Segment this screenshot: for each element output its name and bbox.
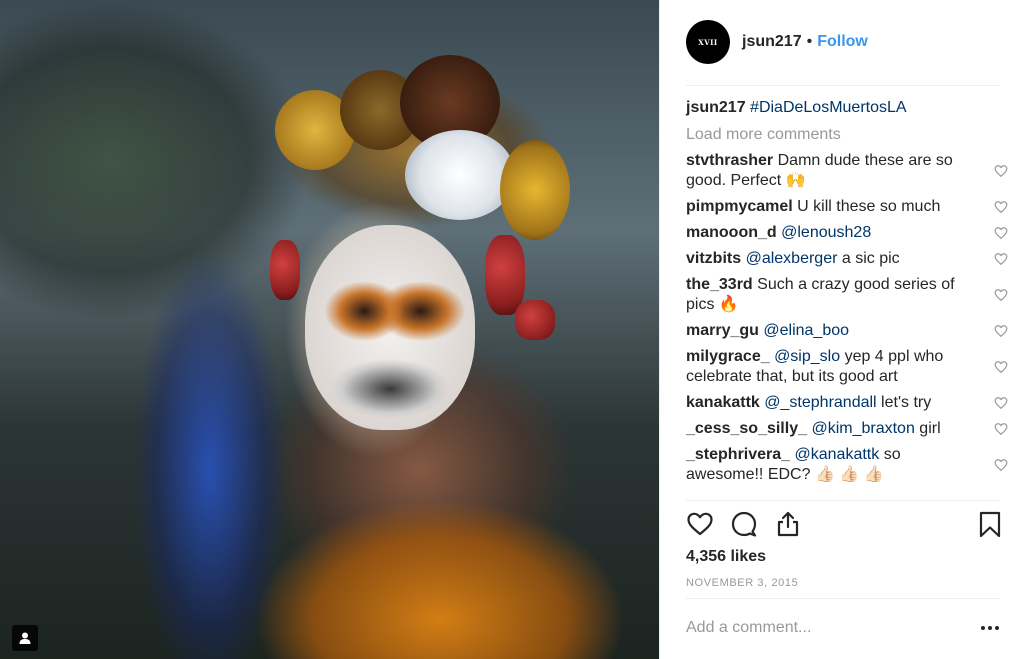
comment-like-icon[interactable] <box>994 252 1008 266</box>
comments-list: jsun217 #DiaDeLosMuertosLA Load more com… <box>686 98 1008 491</box>
comment: _stephrivera_ @kanakattk so awesome!! ED… <box>686 445 1008 485</box>
likes-count[interactable]: 4,356 likes <box>686 548 766 566</box>
share-icon[interactable] <box>774 510 802 538</box>
post-caption: jsun217 #DiaDeLosMuertosLA <box>686 98 1008 125</box>
photo-flower <box>500 140 570 240</box>
comment-username[interactable]: the_33rd <box>686 276 753 293</box>
comment-mention[interactable]: @alexberger <box>746 250 838 267</box>
comment: vitzbits @alexberger a sic pic <box>686 249 1008 269</box>
comment-username[interactable]: pimpmycamel <box>686 198 793 215</box>
divider <box>686 85 1000 86</box>
comment: milygrace_ @sip_slo yep 4 ppl who celebr… <box>686 347 1008 387</box>
comment-mention[interactable]: @sip_slo <box>774 348 840 365</box>
comment-username[interactable]: _stephrivera_ <box>686 446 790 463</box>
post-side-panel: XVII jsun217 • Follow jsun217 #DiaDeLosM… <box>659 0 1024 659</box>
comment-like-icon[interactable] <box>994 288 1008 302</box>
comment: stvthrasher Damn dude these are so good.… <box>686 151 1008 191</box>
comment-text: a sic pic <box>841 250 900 267</box>
photo-painted-face <box>305 225 475 430</box>
photo-berries <box>485 235 525 315</box>
comment-text: girl <box>919 420 941 437</box>
heart-icon[interactable] <box>686 510 714 538</box>
photo-berries <box>515 300 555 340</box>
comment-text: U kill these so much <box>797 198 941 215</box>
add-comment-input[interactable] <box>686 617 946 639</box>
caption-username[interactable]: jsun217 <box>686 99 746 116</box>
comment-mention[interactable]: @elina_boo <box>763 322 849 339</box>
comment-like-icon[interactable] <box>994 458 1008 472</box>
divider <box>686 500 1000 501</box>
author-username[interactable]: jsun217 <box>742 33 802 51</box>
bookmark-icon[interactable] <box>976 510 1004 538</box>
comment: _cess_so_silly_ @kim_braxton girl <box>686 419 1008 439</box>
avatar-text: XVII <box>698 37 718 47</box>
comment-username[interactable]: _cess_so_silly_ <box>686 420 807 437</box>
comment-like-icon[interactable] <box>994 360 1008 374</box>
comment-like-icon[interactable] <box>994 324 1008 338</box>
comment-username[interactable]: marry_gu <box>686 322 759 339</box>
comment-username[interactable]: manooon_d <box>686 224 777 241</box>
avatar[interactable]: XVII <box>686 20 730 64</box>
post-photo[interactable] <box>0 0 659 659</box>
comment-username[interactable]: kanakattk <box>686 394 760 411</box>
user-tag-icon[interactable] <box>12 625 38 651</box>
speech-bubble-icon[interactable] <box>730 510 758 538</box>
post-header: XVII jsun217 • Follow <box>660 0 1024 85</box>
comment-text: let's try <box>881 394 932 411</box>
comment-mention[interactable]: @_stephrandall <box>764 394 876 411</box>
comment: marry_gu @elina_boo <box>686 321 1008 341</box>
divider <box>686 598 1000 599</box>
comment: pimpmycamel U kill these so much <box>686 197 1008 217</box>
comment: kanakattk @_stephrandall let's try <box>686 393 1008 413</box>
more-options-icon[interactable] <box>980 620 1000 636</box>
follow-button[interactable]: Follow <box>817 33 868 51</box>
header-line: jsun217 • Follow <box>742 33 868 51</box>
caption-hashtag[interactable]: #DiaDeLosMuertosLA <box>750 99 907 116</box>
comment-username[interactable]: milygrace_ <box>686 348 770 365</box>
header-separator: • <box>806 33 813 50</box>
comment-like-icon[interactable] <box>994 226 1008 240</box>
comment-mention[interactable]: @lenoush28 <box>781 224 871 241</box>
photo-flower <box>405 130 515 220</box>
comment: the_33rd Such a crazy good series of pic… <box>686 275 1008 315</box>
load-more-comments-button[interactable]: Load more comments <box>686 125 1008 145</box>
comment-like-icon[interactable] <box>994 200 1008 214</box>
post-date: NOVEMBER 3, 2015 <box>686 577 799 589</box>
comment-username[interactable]: vitzbits <box>686 250 741 267</box>
comment-mention[interactable]: @kanakattk <box>795 446 880 463</box>
photo-berries <box>270 240 300 300</box>
comment-mention[interactable]: @kim_braxton <box>811 420 914 437</box>
comment-like-icon[interactable] <box>994 396 1008 410</box>
comment-like-icon[interactable] <box>994 422 1008 436</box>
comment-like-icon[interactable] <box>994 164 1008 178</box>
comment-username[interactable]: stvthrasher <box>686 152 773 169</box>
action-bar <box>686 510 1006 540</box>
comment: manooon_d @lenoush28 <box>686 223 1008 243</box>
